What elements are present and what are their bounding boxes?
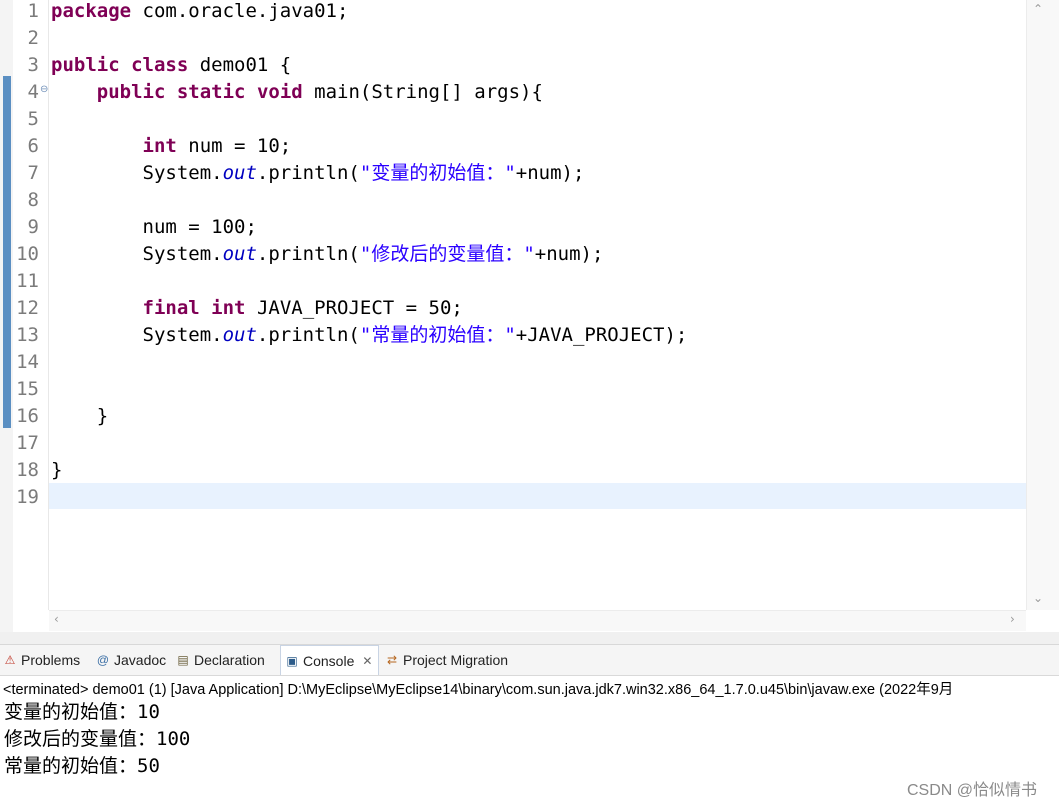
scroll-down-icon[interactable]: ⌄ — [1033, 591, 1043, 605]
string-literal: "修改后的变量值：" — [359, 243, 535, 265]
code-line-10[interactable]: System.out.println("修改后的变量值："+num); — [51, 241, 604, 268]
line-number: 13 — [16, 324, 39, 346]
line-number: 11 — [16, 270, 39, 292]
line-number: 9 — [27, 216, 39, 238]
code-text: System. — [51, 162, 223, 184]
tab-project-migration[interactable]: ⇄ Project Migration — [385, 645, 508, 675]
static-field: out — [222, 162, 257, 184]
tab-console[interactable]: ▣ Console ✕ — [280, 645, 380, 675]
scroll-left-icon[interactable]: ‹ — [54, 612, 59, 626]
line-number: 2 — [27, 27, 39, 49]
line-number: 15 — [16, 378, 39, 400]
code-text: System. — [51, 243, 223, 265]
line-number: 19 — [16, 486, 39, 508]
line-number: 6 — [27, 135, 39, 157]
problems-icon: ⚠ — [4, 653, 16, 667]
line-number: 8 — [27, 189, 39, 211]
vertical-scrollbar[interactable] — [1026, 0, 1059, 610]
code-line-7[interactable]: System.out.println("变量的初始值："+num); — [51, 160, 585, 187]
code-line-1[interactable]: package com.oracle.java01; — [51, 0, 348, 25]
static-field: out — [222, 324, 257, 346]
string-literal: "常量的初始值：" — [359, 324, 516, 346]
keyword: void — [256, 81, 303, 103]
tab-problems[interactable]: ⚠ Problems — [3, 645, 81, 675]
code-text: JAVA_PROJECT = 50; — [245, 297, 463, 319]
line-number: 1 — [27, 0, 39, 22]
line-number: 3 — [27, 54, 39, 76]
tab-label: Declaration — [194, 652, 265, 668]
tab-label: Project Migration — [403, 652, 509, 668]
code-line-16[interactable]: } — [51, 403, 108, 430]
scroll-right-icon[interactable]: › — [1010, 612, 1015, 626]
watermark: CSDN @恰似情书 — [907, 782, 1038, 799]
project-migration-icon: ⇄ — [386, 653, 398, 667]
close-icon[interactable]: ✕ — [362, 654, 372, 668]
keyword: class — [131, 54, 189, 76]
code-text: demo01 { — [188, 54, 292, 76]
tab-label: Javadoc — [114, 652, 167, 668]
line-number: 7 — [27, 162, 39, 184]
horizontal-scrollbar[interactable] — [49, 610, 1026, 631]
line-number: 14 — [16, 351, 39, 373]
console-output-line: 常量的初始值：50 — [4, 755, 160, 777]
range-indicator — [3, 76, 11, 428]
line-number: 5 — [27, 108, 39, 130]
line-number: 10 — [16, 243, 39, 265]
keyword: static — [176, 81, 246, 103]
string-literal: "变量的初始值：" — [359, 162, 516, 184]
code-text: +JAVA_PROJECT); — [515, 324, 688, 346]
code-text: System. — [51, 324, 223, 346]
code-line-13[interactable]: System.out.println("常量的初始值："+JAVA_PROJEC… — [51, 322, 688, 349]
keyword: final — [142, 297, 200, 319]
javadoc-icon: @ — [96, 653, 110, 667]
tab-javadoc[interactable]: @ Javadoc — [96, 645, 166, 675]
code-line-12[interactable]: final int JAVA_PROJECT = 50; — [51, 295, 463, 322]
code-text: .println( — [256, 324, 360, 346]
keyword: int — [211, 297, 246, 319]
code-line-6[interactable]: int num = 10; — [51, 133, 292, 160]
code-text: com.oracle.java01; — [131, 0, 349, 22]
code-line-18[interactable]: } — [51, 457, 62, 484]
static-field: out — [222, 243, 257, 265]
code-line-9[interactable]: num = 100; — [51, 214, 257, 241]
keyword: public — [51, 54, 120, 76]
console-output-line: 变量的初始值：10 — [4, 701, 160, 723]
code-text: num = 10; — [176, 135, 292, 157]
code-line-4[interactable]: public static void main(String[] args){ — [51, 79, 543, 106]
keyword: public — [96, 81, 166, 103]
tab-declaration[interactable]: ▤ Declaration — [176, 645, 265, 675]
code-text: .println( — [256, 162, 360, 184]
keyword: int — [142, 135, 177, 157]
panel-divider[interactable] — [0, 632, 1059, 645]
code-text: .println( — [256, 243, 360, 265]
code-line-3[interactable]: public class demo01 { — [51, 52, 291, 79]
declaration-icon: ▤ — [177, 653, 189, 667]
line-number: 18 — [16, 459, 39, 481]
line-number: 16 — [16, 405, 39, 427]
code-editor[interactable]: 1 2 3 4 5 6 7 8 9 10 11 12 13 14 15 16 1… — [0, 0, 1059, 632]
console-icon: ▣ — [286, 653, 298, 668]
keyword: package — [51, 0, 132, 22]
line-number: 17 — [16, 432, 39, 454]
console-output-line: 修改后的变量值：100 — [4, 728, 191, 750]
line-number: 12 — [16, 297, 39, 319]
current-line-highlight — [49, 483, 1026, 509]
line-number: 4 — [27, 81, 39, 103]
tab-label: Console — [303, 652, 355, 669]
code-text: +num); — [534, 243, 604, 265]
code-text: +num); — [515, 162, 585, 184]
console-status: <terminated> demo01 (1) [Java Applicatio… — [3, 682, 954, 698]
tab-label: Problems — [21, 652, 81, 668]
scroll-up-icon[interactable]: ⌃ — [1033, 2, 1043, 16]
code-text: main(String[] args){ — [302, 81, 543, 103]
fold-collapse-icon[interactable]: ⊖ — [40, 84, 48, 95]
